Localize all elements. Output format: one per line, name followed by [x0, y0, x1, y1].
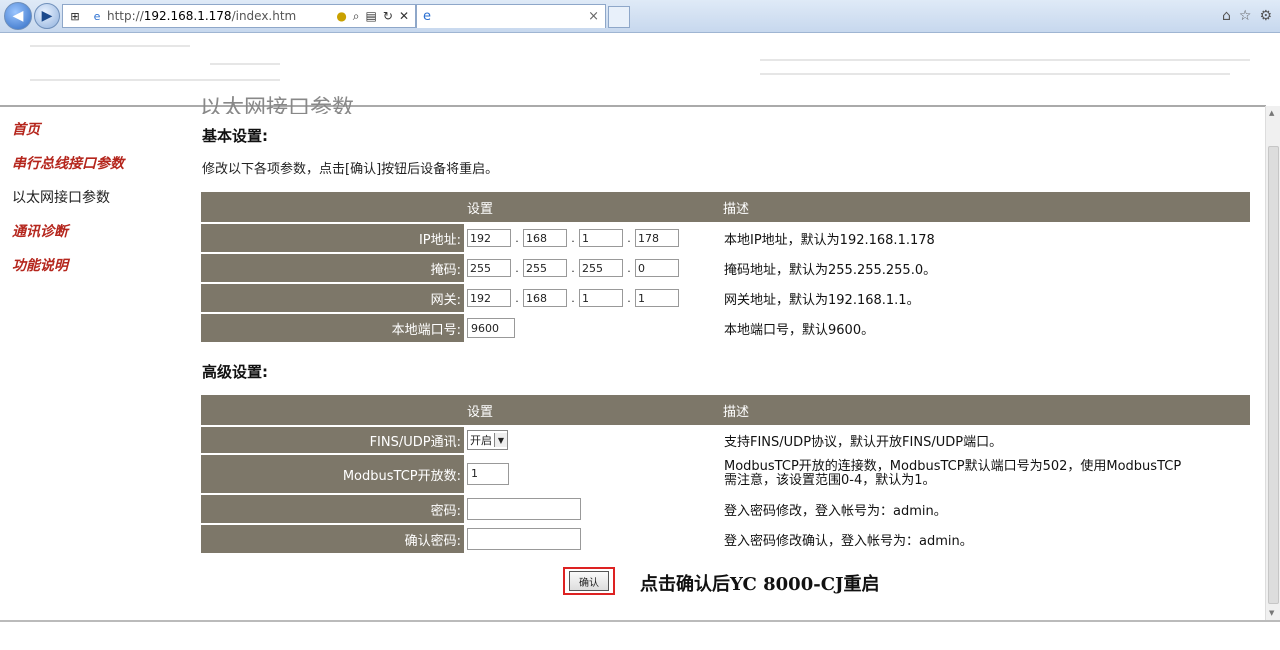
row-desc: 登入密码修改，登入帐号为：admin。 — [724, 503, 947, 519]
row-desc: 网关地址，默认为192.168.1.1。 — [724, 292, 920, 308]
confirm-highlight: 确认 — [563, 567, 615, 595]
certificate-icon[interactable]: ▤ — [366, 9, 377, 24]
col-setting: 设置 — [464, 395, 720, 427]
row-label: 掩码: — [201, 253, 464, 284]
confirm-note: 点击确认后YC 8000-CJ重启 — [640, 574, 880, 595]
table-row: 网关: 192. 168. 1. 1 网关地址，默认为192.168.1.1。 — [201, 283, 1250, 314]
restart-notice: 修改以下各项参数，点击[确认]按钮后设备将重启。 — [202, 162, 499, 177]
vertical-scrollbar[interactable]: ▲ ▼ — [1265, 106, 1280, 620]
table-header: 设置 描述 — [201, 192, 1250, 224]
row-label: ModbusTCP开放数: — [201, 454, 464, 495]
home-icon[interactable]: ⌂ — [1222, 8, 1231, 24]
search-icon[interactable]: ⌕ — [353, 9, 360, 24]
address-bar[interactable]: ⊞ e http://192.168.1.178/index.htm ● ⌕ ▤… — [62, 4, 416, 28]
confirm-password-input[interactable] — [467, 528, 581, 550]
page-title: 以太网接口参数 — [200, 96, 355, 114]
back-button[interactable]: ◀ — [4, 2, 32, 30]
col-desc: 描述 — [720, 395, 1250, 427]
modbus-count-input[interactable]: 1 — [467, 463, 509, 485]
arrow-left-icon: ◀ — [12, 8, 24, 24]
row-desc: 掩码地址，默认为255.255.255.0。 — [724, 262, 937, 278]
sidebar-item-home[interactable]: 首页 — [12, 120, 192, 154]
row-desc-line: ModbusTCP开放的连接数，ModbusTCP默认端口号为502，使用Mod… — [724, 459, 1182, 474]
scroll-up-icon[interactable]: ▲ — [1269, 109, 1274, 117]
row-label: 网关: — [201, 283, 464, 314]
fins-udp-select[interactable]: 开启 ▼ — [467, 430, 508, 450]
table-row: FINS/UDP通讯: 开启 ▼ 支持FINS/UDP协议，默认开放FINS/UD… — [201, 426, 1250, 455]
table-row: 确认密码: 登入密码修改确认，登入帐号为：admin。 — [201, 524, 1250, 555]
star-icon[interactable]: ☆ — [1239, 8, 1252, 24]
browser-toolbar: ◀ ▶ ⊞ e http://192.168.1.178/index.htm ●… — [0, 0, 1280, 33]
table-header: 设置 描述 — [201, 395, 1250, 427]
password-input[interactable] — [467, 498, 581, 520]
compatibility-icon[interactable]: ⊞ — [67, 8, 83, 24]
row-desc: 本地IP地址，默认为192.168.1.178 — [724, 233, 935, 248]
table-row: 本地端口号: 9600 本地端口号，默认9600。 — [201, 313, 1250, 344]
chevron-down-icon[interactable]: ▼ — [494, 433, 507, 447]
ip-octet-3[interactable]: 1 — [579, 229, 623, 247]
row-label: 密码: — [201, 494, 464, 525]
page-footer — [0, 620, 1280, 650]
gateway-octet-2[interactable]: 168 — [523, 289, 567, 307]
row-desc: 登入密码修改确认，登入帐号为：admin。 — [724, 533, 973, 549]
row-label: FINS/UDP通讯: — [201, 426, 464, 455]
ie-tab-icon: e — [423, 9, 431, 24]
ie-page-icon: e — [93, 9, 101, 23]
row-desc: 本地端口号，默认9600。 — [724, 322, 875, 338]
forward-button[interactable]: ▶ — [34, 3, 60, 29]
sidebar-item-diagnostics[interactable]: 通讯诊断 — [12, 222, 192, 256]
row-label: 确认密码: — [201, 524, 464, 555]
shield-icon[interactable]: ● — [336, 9, 346, 24]
sidebar-item-help[interactable]: 功能说明 — [12, 256, 192, 290]
scroll-thumb[interactable] — [1268, 146, 1279, 604]
table-row: 掩码: 255. 255. 255. 0 掩码地址，默认为255.255.255.0。 — [201, 253, 1250, 284]
arrow-right-icon: ▶ — [41, 8, 53, 24]
col-setting: 设置 — [464, 192, 720, 224]
mask-octet-4[interactable]: 0 — [635, 259, 679, 277]
ip-octet-1[interactable]: 192 — [467, 229, 511, 247]
advanced-settings-title: 高级设置: — [202, 363, 268, 381]
ip-octet-4[interactable]: 178 — [635, 229, 679, 247]
stop-icon[interactable]: ✕ — [399, 9, 409, 24]
gateway-octet-4[interactable]: 1 — [635, 289, 679, 307]
advanced-settings-table: 设置 描述 FINS/UDP通讯: 开启 ▼ 支持FINS/UDP协议，默认开放F… — [201, 395, 1250, 555]
sidebar-item-serial[interactable]: 串行总线接口参数 — [12, 154, 192, 188]
refresh-icon[interactable]: ↻ — [383, 9, 393, 24]
row-label: 本地端口号: — [201, 313, 464, 344]
sidebar-nav: 首页 串行总线接口参数 以太网接口参数 通讯诊断 功能说明 — [12, 120, 192, 290]
table-row: IP地址: 192. 168. 1. 178 本地IP地址，默认为192.168.1.… — [201, 223, 1250, 254]
table-row: ModbusTCP开放数: 1 ModbusTCP开放的连接数，ModbusTC… — [201, 454, 1250, 495]
mask-octet-3[interactable]: 255 — [579, 259, 623, 277]
row-desc: ModbusTCP开放的连接数，ModbusTCP默认端口号为502，使用Mod… — [720, 454, 1250, 494]
row-label: IP地址: — [201, 223, 464, 254]
basic-settings-table: 设置 描述 IP地址: 192. 168. 1. 178 本地IP地址，默认为192.… — [201, 192, 1250, 344]
gear-icon[interactable]: ⚙ — [1259, 8, 1272, 24]
local-port-input[interactable]: 9600 — [467, 318, 515, 338]
row-desc-line: 需注意，该设置范围0-4，默认为1。 — [724, 473, 936, 488]
mask-octet-1[interactable]: 255 — [467, 259, 511, 277]
new-tab-button[interactable] — [608, 6, 630, 28]
scroll-down-icon[interactable]: ▼ — [1269, 609, 1274, 617]
ip-octet-2[interactable]: 168 — [523, 229, 567, 247]
url-text[interactable]: http://192.168.1.178/index.htm — [107, 9, 336, 23]
mask-octet-2[interactable]: 255 — [523, 259, 567, 277]
row-desc: 支持FINS/UDP协议，默认开放FINS/UDP端口。 — [724, 435, 1003, 450]
gateway-octet-3[interactable]: 1 — [579, 289, 623, 307]
confirm-button[interactable]: 确认 — [569, 571, 609, 591]
col-desc: 描述 — [720, 192, 1250, 224]
basic-settings-title: 基本设置: — [202, 127, 268, 145]
page-header-band — [0, 33, 1266, 107]
tab-close-button[interactable]: × — [588, 9, 599, 24]
sidebar-item-ethernet[interactable]: 以太网接口参数 — [12, 188, 192, 222]
browser-tab[interactable]: e × — [416, 4, 606, 28]
table-row: 密码: 登入密码修改，登入帐号为：admin。 — [201, 494, 1250, 525]
gateway-octet-1[interactable]: 192 — [467, 289, 511, 307]
